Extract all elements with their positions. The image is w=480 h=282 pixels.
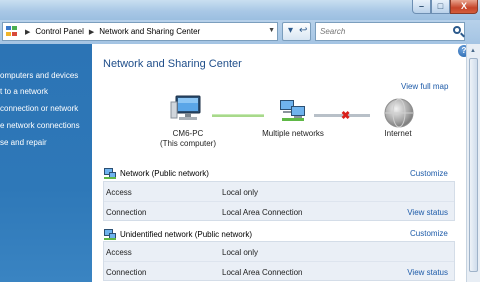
network-1-name: Network (Public network) bbox=[120, 168, 209, 178]
access-value: Local only bbox=[222, 188, 259, 197]
breadcrumb-arrow-icon[interactable]: ▶ bbox=[89, 28, 94, 36]
network-1-details: Access Local only Connection Local Area … bbox=[103, 181, 455, 221]
network-2-name: Unidentified network (Public network) bbox=[120, 229, 253, 239]
multiple-networks-icon[interactable] bbox=[278, 98, 308, 124]
dropdown-icon: ▾ bbox=[288, 25, 294, 36]
table-row: Connection Local Area Connection View st… bbox=[104, 201, 454, 221]
title-bar: – □ X bbox=[0, 0, 480, 20]
computer-name: CM6-PC bbox=[172, 129, 204, 138]
address-toolbar: ▶ Control Panel ▶ Network and Sharing Ce… bbox=[0, 20, 480, 44]
connection-label: Connection bbox=[106, 208, 147, 217]
breadcrumb-network-sharing[interactable]: Network and Sharing Center bbox=[99, 27, 200, 36]
search-box[interactable] bbox=[315, 22, 465, 41]
maximize-icon: □ bbox=[437, 1, 444, 11]
table-row: Access Local only bbox=[104, 242, 454, 262]
breadcrumb-arrow-icon[interactable]: ▶ bbox=[25, 28, 30, 36]
scrollbar-thumb[interactable] bbox=[469, 58, 478, 272]
view-status-link-2[interactable]: View status bbox=[407, 268, 448, 277]
network-2-header: Unidentified network (Public network) bbox=[103, 228, 252, 240]
minimize-button[interactable]: – bbox=[412, 0, 431, 14]
refresh-icon: ↩ bbox=[299, 25, 308, 36]
task-view-computers[interactable]: omputers and devices bbox=[0, 71, 78, 80]
scroll-up-icon[interactable]: ▲ bbox=[470, 48, 476, 54]
table-row: Connection Local Area Connection View st… bbox=[104, 261, 454, 281]
task-setup-connection[interactable]: connection or network bbox=[0, 104, 78, 113]
internet-globe-icon[interactable] bbox=[383, 97, 415, 129]
access-label: Access bbox=[106, 188, 132, 197]
maximize-button[interactable]: □ bbox=[431, 0, 450, 14]
connection-line bbox=[212, 114, 264, 117]
multiple-networks-label: Multiple networks bbox=[262, 129, 324, 138]
address-bar[interactable]: ▶ Control Panel ▶ Network and Sharing Ce… bbox=[2, 22, 278, 41]
search-icon[interactable] bbox=[453, 26, 461, 34]
task-connect-network[interactable]: t to a network bbox=[0, 87, 48, 96]
connection-value: Local Area Connection bbox=[222, 208, 303, 217]
connection-value: Local Area Connection bbox=[222, 268, 303, 277]
minimize-icon: – bbox=[418, 1, 424, 11]
customize-link-2[interactable]: Customize bbox=[410, 229, 448, 238]
control-panel-icon bbox=[6, 25, 20, 38]
network-2-details: Access Local only Connection Local Area … bbox=[103, 241, 455, 281]
vertical-scrollbar[interactable]: ▲ bbox=[466, 44, 480, 282]
disconnected-x-icon: ✖ bbox=[341, 110, 351, 122]
customize-link-1[interactable]: Customize bbox=[410, 169, 448, 178]
computer-subtitle: (This computer) bbox=[160, 139, 217, 148]
close-icon: X bbox=[460, 1, 467, 11]
network-icon bbox=[104, 229, 116, 240]
main-content: ? ▲ Network and Sharing Center View full… bbox=[92, 44, 480, 282]
task-diagnose-repair[interactable]: se and repair bbox=[0, 138, 47, 147]
view-full-map-link[interactable]: View full map bbox=[401, 82, 448, 91]
task-pane: omputers and devices t to a network conn… bbox=[0, 44, 92, 282]
connection-label: Connection bbox=[106, 268, 147, 277]
internet-label: Internet bbox=[384, 129, 412, 138]
access-value: Local only bbox=[222, 248, 259, 257]
access-label: Access bbox=[106, 248, 132, 257]
close-button[interactable]: X bbox=[450, 0, 478, 14]
breadcrumb-control-panel[interactable]: Control Panel bbox=[35, 27, 83, 36]
network-icon bbox=[104, 168, 116, 179]
address-dropdown-icon[interactable]: ▼ bbox=[268, 27, 275, 34]
view-status-link-1[interactable]: View status bbox=[407, 208, 448, 217]
network-1-header: Network (Public network) bbox=[103, 167, 209, 179]
search-input[interactable] bbox=[316, 23, 446, 40]
table-row: Access Local only bbox=[104, 182, 454, 202]
computer-icon[interactable] bbox=[170, 94, 206, 124]
task-manage-connections[interactable]: e network connections bbox=[0, 121, 80, 130]
page-title: Network and Sharing Center bbox=[103, 58, 242, 70]
refresh-button[interactable]: ▾ ↩ bbox=[282, 22, 311, 41]
window-controls: – □ X bbox=[412, 0, 478, 14]
